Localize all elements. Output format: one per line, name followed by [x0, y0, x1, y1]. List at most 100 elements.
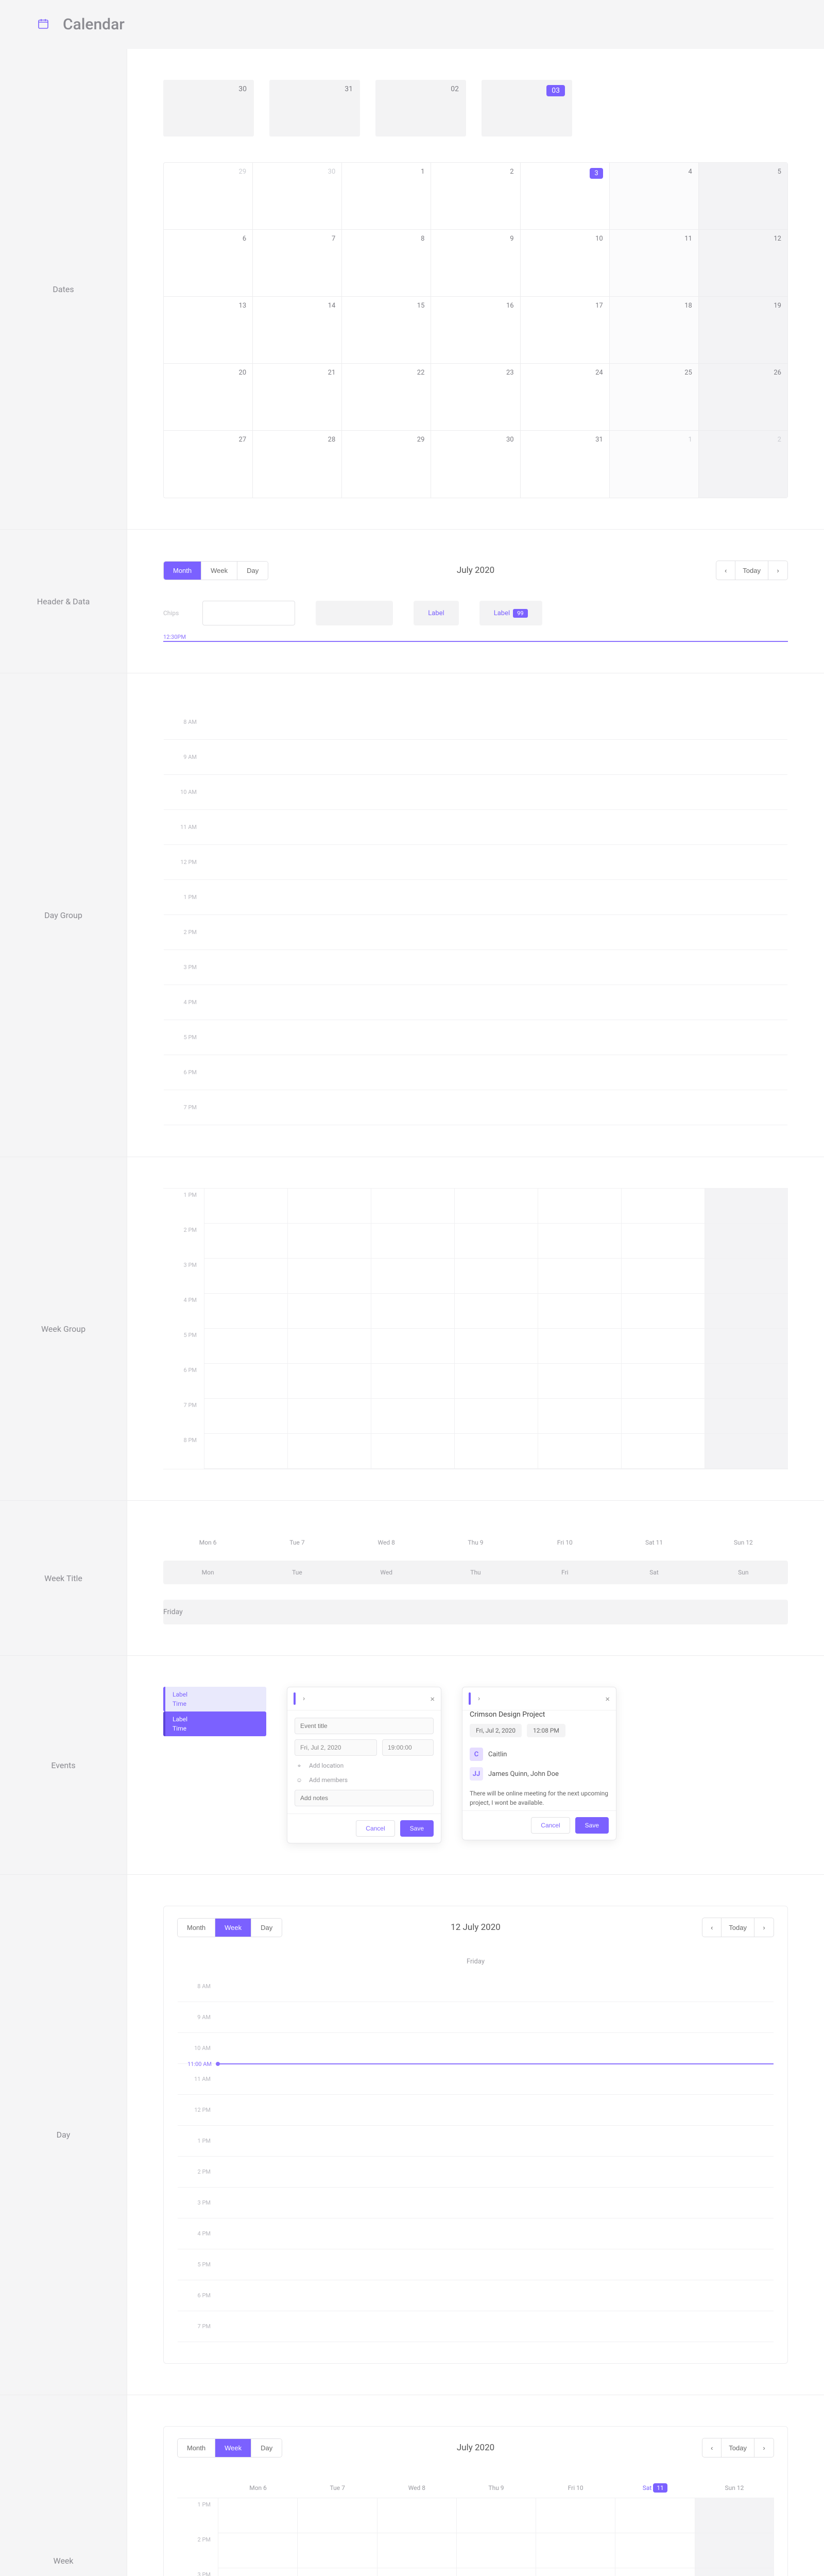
timeline-row[interactable]: 9 AM [164, 740, 787, 775]
calendar-day-cell[interactable]: 22 [342, 364, 431, 431]
week-column[interactable] [204, 1189, 288, 1469]
timeline-row[interactable]: 4 PM [164, 985, 787, 1020]
event-date-input[interactable] [295, 1739, 377, 1756]
close-icon[interactable]: × [430, 1694, 435, 1704]
timeline-row[interactable]: 12 PM [178, 2095, 774, 2126]
calendar-day-cell[interactable]: 28 [253, 431, 342, 498]
calendar-day-cell[interactable]: 8 [342, 230, 431, 297]
mini-date-tile[interactable]: 03 [482, 80, 572, 137]
timeline-row[interactable]: 3 PM [164, 950, 787, 985]
timeline-row[interactable]: 11 AM [164, 810, 787, 845]
event-notes-input[interactable] [295, 1790, 434, 1806]
calendar-day-cell[interactable]: 2 [431, 163, 520, 230]
timeline-row[interactable]: 2 PM [178, 2157, 774, 2188]
calendar-day-cell[interactable]: 1 [610, 431, 699, 498]
calendar-day-cell[interactable]: 14 [253, 297, 342, 364]
mini-date-tile[interactable]: 30 [163, 80, 254, 137]
calendar-day-cell[interactable]: 1 [342, 163, 431, 230]
mini-date-tile[interactable]: 31 [269, 80, 360, 137]
view-week-button[interactable]: Week [201, 562, 237, 580]
chevron-right-icon[interactable]: › [478, 1694, 480, 1703]
week-column[interactable] [298, 2498, 377, 2576]
event-title-input[interactable] [295, 1718, 434, 1734]
save-button[interactable]: Save [575, 1817, 609, 1834]
calendar-day-cell[interactable]: 12 [699, 230, 787, 297]
calendar-day-cell[interactable]: 20 [164, 364, 253, 431]
timeline-row[interactable]: 5 PM [178, 2249, 774, 2280]
cancel-button[interactable]: Cancel [531, 1817, 570, 1834]
calendar-day-cell[interactable]: 19 [699, 297, 787, 364]
chip-label-badge[interactable]: Label 99 [479, 601, 542, 625]
calendar-day-cell[interactable]: 24 [521, 364, 610, 431]
calendar-day-cell[interactable]: 2 [699, 431, 787, 498]
nav-today-button[interactable]: Today [735, 561, 768, 580]
calendar-day-cell[interactable]: 29 [164, 163, 253, 230]
calendar-day-cell[interactable]: 11 [610, 230, 699, 297]
timeline-row[interactable]: 1 PM [164, 880, 787, 915]
calendar-day-cell[interactable]: 18 [610, 297, 699, 364]
chevron-right-icon[interactable]: › [303, 1694, 305, 1703]
mini-date-tile[interactable]: 02 [375, 80, 466, 137]
nav-next-button[interactable]: › [754, 2438, 774, 2458]
cancel-button[interactable]: Cancel [356, 1820, 394, 1837]
nav-next-button[interactable]: › [768, 561, 788, 580]
week-column[interactable] [536, 2498, 615, 2576]
timeline-row[interactable]: 5 PM [164, 1020, 787, 1055]
timeline-row[interactable]: 7 PM [164, 1090, 787, 1125]
weekday-header-cell[interactable]: Fri 10 [536, 2478, 615, 2498]
calendar-day-cell[interactable]: 23 [431, 364, 520, 431]
event-time-input[interactable] [382, 1739, 434, 1756]
week-column[interactable] [218, 2498, 298, 2576]
timeline-row[interactable]: 11 AM [178, 2064, 774, 2095]
week-column[interactable] [371, 1189, 455, 1469]
timeline-row[interactable]: 8 AM [178, 1971, 774, 2002]
timeline-row[interactable]: 10 AM [178, 2033, 774, 2064]
calendar-day-cell[interactable]: 6 [164, 230, 253, 297]
event-chip-light[interactable]: Label Time [163, 1687, 266, 1711]
view-month-button[interactable]: Month [178, 1919, 215, 1937]
timeline-row[interactable]: 6 PM [178, 2280, 774, 2311]
view-week-button[interactable]: Week [215, 2439, 251, 2457]
calendar-day-cell[interactable]: 21 [253, 364, 342, 431]
nav-prev-button[interactable]: ‹ [702, 2438, 722, 2458]
chip-label-grey[interactable]: Label [414, 601, 458, 625]
calendar-day-cell[interactable]: 25 [610, 364, 699, 431]
calendar-day-cell[interactable]: 7 [253, 230, 342, 297]
calendar-day-cell[interactable]: 4 [610, 163, 699, 230]
add-members-placeholder[interactable]: Add members [309, 1776, 348, 1784]
calendar-day-cell[interactable]: 5 [699, 163, 787, 230]
calendar-day-cell[interactable]: 3 [521, 163, 610, 230]
timeline-row[interactable]: 6 PM [164, 1055, 787, 1090]
timeline-row[interactable]: 8 AM [164, 705, 787, 740]
event-chip-solid[interactable]: Label Time [163, 1711, 266, 1736]
nav-prev-button[interactable]: ‹ [716, 561, 735, 580]
timeline-row[interactable]: 2 PM [164, 915, 787, 950]
view-week-button[interactable]: Week [215, 1919, 251, 1937]
week-column[interactable] [615, 2498, 695, 2576]
nav-prev-button[interactable]: ‹ [702, 1918, 722, 1937]
calendar-day-cell[interactable]: 31 [521, 431, 610, 498]
weekday-header-cell[interactable]: Tue 7 [298, 2478, 377, 2498]
view-day-button[interactable]: Day [251, 1919, 282, 1937]
timeline-row[interactable]: 7 PM [178, 2311, 774, 2342]
view-month-button[interactable]: Month [178, 2439, 215, 2457]
weekday-header-cell[interactable]: Wed 8 [377, 2478, 456, 2498]
chip-grey[interactable] [316, 601, 393, 625]
week-column[interactable] [538, 1189, 622, 1469]
timeline-row[interactable]: 12 PM [164, 845, 787, 880]
week-column[interactable] [622, 1189, 705, 1469]
timeline-row[interactable]: 10 AM [164, 775, 787, 810]
calendar-day-cell[interactable]: 27 [164, 431, 253, 498]
timeline-row[interactable]: 3 PM [178, 2188, 774, 2218]
calendar-day-cell[interactable]: 10 [521, 230, 610, 297]
nav-next-button[interactable]: › [754, 1918, 774, 1937]
calendar-day-cell[interactable]: 30 [431, 431, 520, 498]
calendar-day-cell[interactable]: 26 [699, 364, 787, 431]
chip-outline[interactable] [202, 601, 295, 625]
calendar-day-cell[interactable]: 15 [342, 297, 431, 364]
weekday-header-cell[interactable]: Thu 9 [456, 2478, 536, 2498]
week-column[interactable] [455, 1189, 538, 1469]
nav-today-button[interactable]: Today [722, 1918, 754, 1937]
calendar-day-cell[interactable]: 30 [253, 163, 342, 230]
calendar-day-cell[interactable]: 16 [431, 297, 520, 364]
